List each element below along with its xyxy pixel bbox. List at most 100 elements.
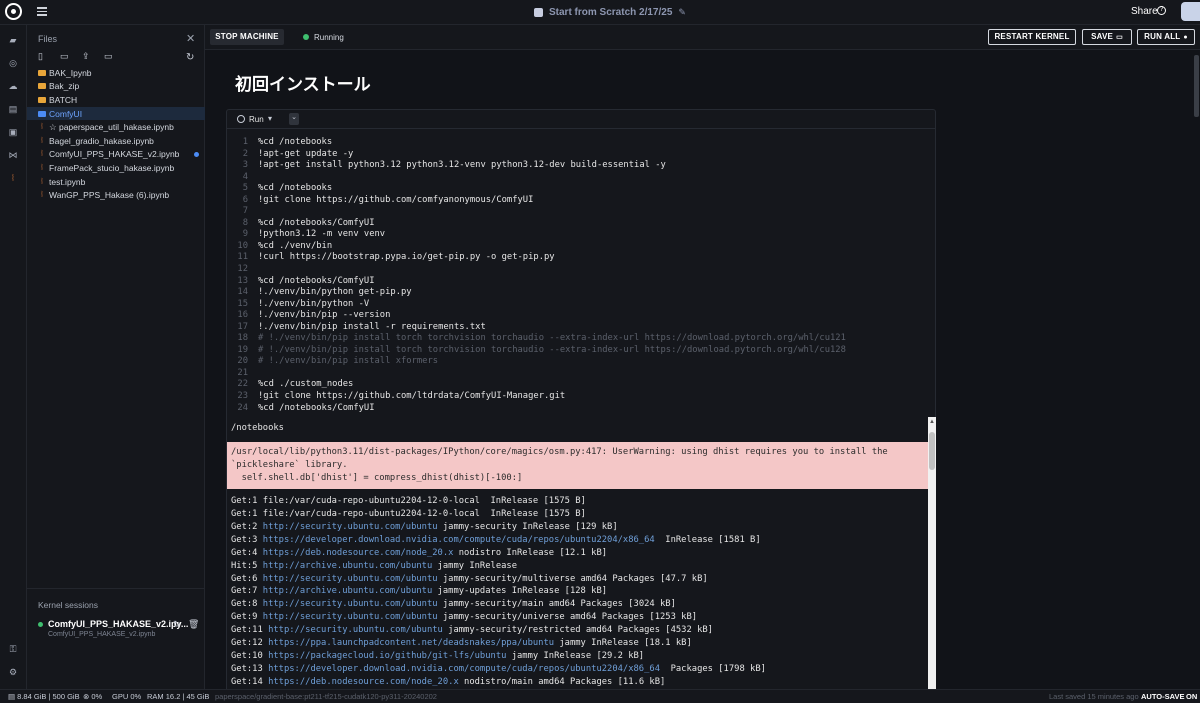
code-cell[interactable]: Run ▾ ⌄ 1 %cd /notebooks 2 !apt-get update … — [226, 109, 936, 689]
list-item[interactable]: ⦚ WanGP_PPS_Hakase (6).ipynb — [27, 188, 205, 202]
close-icon[interactable]: ✕ — [186, 32, 195, 45]
run-icon[interactable] — [237, 115, 245, 123]
gpu-label: GPU — [112, 692, 129, 701]
code-text: %cd ./custom_nodes — [258, 379, 354, 390]
kernel-session-file: ComfyUI_PPS_HAKASE_v2.ipynb — [48, 631, 156, 638]
output-text: nodistro/main amd64 Packages [11.6 kB] — [458, 676, 666, 687]
help-icon[interactable]: ? — [1157, 6, 1166, 15]
notebook-scrollbar[interactable] — [1194, 55, 1199, 117]
list-item[interactable]: ⦚ ComfyUI_PPS_HAKASE_v2.ipynb — [27, 148, 205, 162]
trash-icon[interactable]: 🗑 — [188, 619, 199, 630]
notebook-title[interactable]: Start from Scratch 2/17/25 ✎ — [534, 5, 686, 19]
list-item[interactable]: Bak_zip — [27, 80, 205, 94]
run-button[interactable]: Run — [249, 115, 264, 124]
globe-icon[interactable]: ◎ — [8, 58, 18, 68]
code-line: 11 !curl https://bootstrap.pypa.io/get-pi… — [227, 252, 935, 264]
output-url[interactable]: http://security.ubuntu.com/ubuntu — [263, 574, 438, 584]
jupyter-notebook-icon: ⦚ — [41, 122, 43, 132]
code-editor[interactable]: 1 %cd /notebooks 2 !apt-get update -y 3 !apt-… — [227, 137, 935, 414]
scroll-thumb[interactable] — [929, 432, 935, 470]
chevron-down-icon[interactable]: ▾ — [268, 114, 272, 123]
output-url[interactable]: http://security.ubuntu.com/ubuntu — [263, 612, 438, 622]
code-text: !curl https://bootstrap.pypa.io/get-pip.… — [258, 252, 555, 263]
list-item[interactable]: BAK_Ipynb — [27, 66, 205, 80]
ram-value: 16.2 | 45 GiB — [165, 692, 210, 701]
code-text: %cd /notebooks/ComfyUI — [258, 402, 375, 413]
output-url[interactable]: http://archive.ubuntu.com/ubuntu — [263, 586, 432, 596]
list-item[interactable]: ⦚ ☆ paperspace_util_hakase.ipynb — [27, 120, 205, 134]
upload-folder-icon[interactable]: ▭ — [104, 52, 113, 61]
stop-machine-button[interactable]: STOP MACHINE — [210, 29, 284, 45]
output-url[interactable]: https://deb.nodesource.com/node_20.x — [268, 677, 459, 687]
output-line: Get:12 https://ppa.launchpadcontent.net/… — [231, 637, 766, 650]
code-line: 19 # !./venv/bin/pip install torch torchv… — [227, 345, 935, 357]
code-text: %cd ./venv/bin — [258, 240, 333, 251]
output-url[interactable]: https://developer.download.nvidia.com/co… — [268, 664, 660, 674]
container-image: paperspace/gradient-base:pt211-tf215-cud… — [215, 692, 437, 701]
settings-icon[interactable]: ⚙ — [8, 667, 18, 677]
menu-icon[interactable] — [37, 5, 47, 17]
output-scrollbar[interactable]: ▲ — [928, 417, 936, 689]
vscode-icon[interactable]: ⋈ — [8, 150, 18, 160]
code-text: !./venv/bin/python -V — [258, 298, 370, 309]
file-label: WanGP_PPS_Hakase (6).ipynb — [49, 190, 170, 201]
output-text: Get:1 file:/var/cuda-repo-ubuntu2204-12-… — [231, 508, 586, 519]
share-button[interactable]: Share — [1131, 6, 1158, 17]
play-icon: ● — [1183, 34, 1188, 41]
line-number: 15 — [237, 298, 248, 309]
scroll-up-icon[interactable]: ▲ — [929, 419, 935, 425]
autosave-toggle[interactable]: ON — [1186, 692, 1197, 701]
avatar[interactable] — [1181, 2, 1200, 21]
refresh-icon[interactable]: ↻ — [186, 52, 194, 63]
top-bar: Start from Scratch 2/17/25 ✎ Share ? — [0, 0, 1200, 25]
restart-icon[interactable]: ↻ — [173, 619, 181, 630]
output-url[interactable]: http://archive.ubuntu.com/ubuntu — [263, 561, 432, 571]
output-text: Get:13 — [231, 663, 269, 674]
code-line: 16 !./venv/bin/pip --version — [227, 310, 935, 322]
files-header: Files — [38, 34, 58, 44]
output-url[interactable]: https://deb.nodesource.com/node_20.x — [263, 548, 454, 558]
output-text: jammy-security/restricted amd64 Packages… — [442, 625, 713, 636]
cloud-icon[interactable]: ☁ — [8, 81, 18, 91]
list-item[interactable]: ⦚ test.ipynb — [27, 175, 205, 189]
list-item[interactable]: ⦚ FramePack_stucio_hakase.ipynb — [27, 161, 205, 175]
list-item[interactable]: ComfyUI — [27, 106, 205, 121]
notebook-icon[interactable]: ▤ — [8, 104, 18, 114]
output-url[interactable]: https://ppa.launchpadcontent.net/deadsna… — [268, 638, 554, 648]
output-url[interactable]: http://security.ubuntu.com/ubuntu — [263, 599, 438, 609]
file-toolbar: ▯ ▭ ⇪ ▭ — [38, 52, 113, 61]
new-folder-icon[interactable]: ▭ — [60, 52, 69, 61]
restart-kernel-button[interactable]: RESTART KERNEL — [988, 29, 1076, 45]
output-url[interactable]: https://packagecloud.io/github/git-lfs/u… — [268, 651, 506, 661]
upload-icon[interactable]: ⇪ — [82, 52, 91, 61]
terminal-icon[interactable]: ▣ — [8, 127, 18, 137]
output-url[interactable]: http://security.ubuntu.com/ubuntu — [263, 522, 438, 532]
new-file-icon[interactable]: ▯ — [38, 52, 47, 61]
line-number: 1 — [242, 137, 248, 147]
output-url[interactable]: https://developer.download.nvidia.com/co… — [263, 535, 655, 545]
stderr-output: /usr/local/lib/python3.11/dist-packages/… — [227, 442, 928, 489]
more-options-button[interactable]: ⌄ — [289, 113, 299, 125]
gradient-logo-icon[interactable] — [5, 3, 22, 20]
edit-icon[interactable]: ✎ — [678, 7, 686, 18]
output-url[interactable]: http://security.ubuntu.com/ubuntu — [268, 625, 443, 635]
output-text: Get:8 — [231, 599, 263, 610]
folder-icon[interactable]: ▰ — [8, 35, 18, 45]
file-label: ComfyUI — [49, 108, 83, 119]
line-number: 2 — [242, 148, 248, 159]
code-line: 23 !git clone https://github.com/ltdrdata… — [227, 391, 935, 403]
jupyter-icon[interactable]: ⦚ — [8, 173, 18, 183]
icon-rail: ▰ ◎ ☁ ▤ ▣ ⋈ ⦚ ⚿ ⚙ — [0, 25, 27, 689]
cpu-usage: ⊗ 0% — [83, 692, 103, 701]
list-item[interactable]: ⦚ Bagel_gradio_hakase.ipynb — [27, 134, 205, 148]
gpu-value: 0% — [130, 692, 142, 701]
list-item[interactable]: BATCH — [27, 93, 205, 107]
code-line: 4 — [227, 172, 935, 184]
run-all-button[interactable]: RUN ALL ● — [1137, 29, 1195, 45]
jupyter-notebook-icon: ⦚ — [41, 162, 43, 172]
save-button[interactable]: SAVE ▭ — [1082, 29, 1132, 45]
key-icon[interactable]: ⚿ — [8, 644, 18, 654]
code-text: %cd /notebooks — [258, 137, 333, 147]
output-text: Get:12 — [231, 638, 269, 649]
code-text: %cd /notebooks/ComfyUI — [258, 275, 375, 286]
